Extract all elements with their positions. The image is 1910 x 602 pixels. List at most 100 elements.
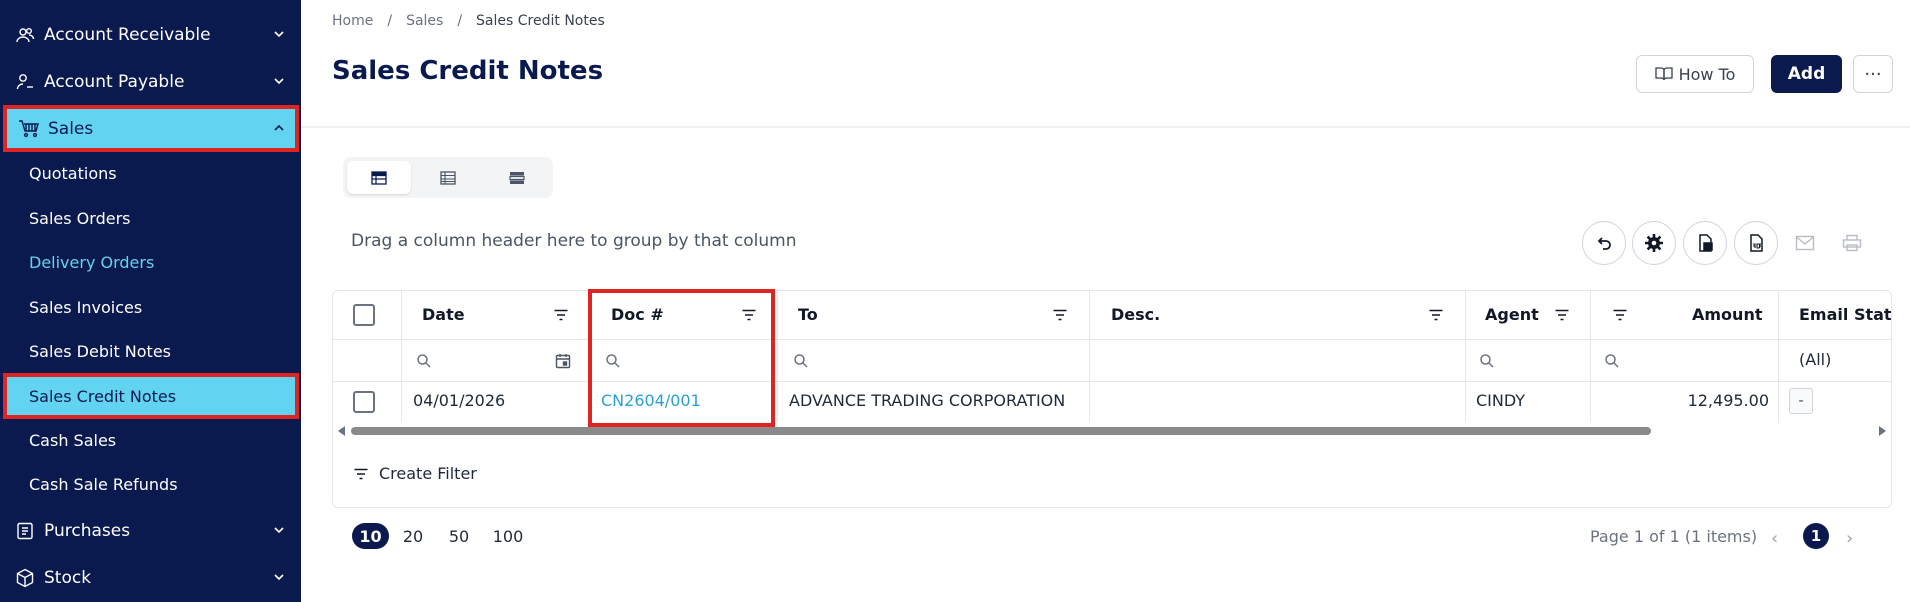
nav-sub-sales-invoices[interactable]: Sales Invoices [0, 286, 301, 328]
cell-doc-link[interactable]: CN2604/001 [601, 391, 701, 410]
filter-icon[interactable] [553, 307, 569, 323]
horizontal-scrollbar[interactable] [333, 422, 1891, 438]
table-view-icon [371, 170, 387, 185]
scroll-left-arrow-icon[interactable] [338, 426, 346, 436]
column-header-email-status[interactable]: Email Statu [1799, 305, 1891, 324]
how-to-button[interactable]: How To [1636, 55, 1754, 93]
print-button[interactable] [1830, 221, 1874, 265]
nav-sub-sales-orders[interactable]: Sales Orders [0, 197, 301, 239]
column-header-date[interactable]: Date [422, 305, 465, 324]
search-icon[interactable] [416, 353, 432, 369]
card-view-icon [509, 171, 525, 184]
chevron-down-icon [274, 574, 284, 581]
filter-icon[interactable] [741, 307, 757, 323]
select-all-checkbox[interactable] [353, 304, 375, 326]
cell-date: 04/01/2026 [413, 391, 506, 410]
column-header-agent[interactable]: Agent [1485, 305, 1539, 324]
filter-icon[interactable] [1428, 307, 1444, 323]
email-status-badge[interactable]: - [1789, 388, 1813, 414]
printer-icon [1842, 234, 1862, 252]
row-checkbox[interactable] [353, 391, 375, 413]
view-grid-button[interactable] [347, 161, 411, 194]
view-list-button[interactable] [416, 161, 480, 194]
nav-account-payable-label: Account Payable [44, 72, 185, 92]
filter-icon[interactable] [1052, 307, 1068, 323]
sidebar: Account Receivable Account Payable Sales… [0, 0, 301, 602]
view-switcher [343, 157, 553, 198]
filter-icon [354, 468, 368, 479]
nav-sales-label: Sales [48, 119, 94, 139]
scrollbar-thumb[interactable] [351, 427, 1651, 435]
nav-purchases-label: Purchases [44, 521, 131, 541]
nav-sub-quotations[interactable]: Quotations [0, 152, 301, 194]
column-header-doc[interactable]: Doc # [611, 305, 664, 324]
book-open-icon [1654, 67, 1673, 81]
pdf-file-icon [1750, 234, 1763, 252]
cell-agent: CINDY [1476, 391, 1526, 410]
nav-purchases[interactable]: Purchases [0, 509, 301, 553]
users-icon [14, 24, 36, 46]
nav-account-receivable-label: Account Receivable [44, 25, 211, 45]
data-grid: Date Doc # To Desc. Agent Amount Email S… [332, 290, 1892, 508]
create-filter-button[interactable]: Create Filter [353, 464, 477, 483]
export-excel-button[interactable] [1683, 221, 1727, 265]
column-header-desc[interactable]: Desc. [1111, 305, 1160, 324]
nav-sales[interactable]: Sales [4, 107, 297, 151]
breadcrumb-current: Sales Credit Notes [476, 13, 605, 29]
breadcrumb-separator: / [457, 13, 463, 29]
undo-icon [1597, 237, 1611, 250]
search-icon[interactable] [793, 353, 809, 369]
breadcrumb: Home / Sales / Sales Credit Notes [332, 13, 605, 29]
more-options-button[interactable]: ··· [1853, 55, 1893, 93]
breadcrumb-sales[interactable]: Sales [406, 13, 443, 29]
breadcrumb-separator: / [387, 13, 393, 29]
cell-to: ADVANCE TRADING CORPORATION [789, 391, 1066, 410]
scroll-right-arrow-icon[interactable] [1878, 426, 1886, 436]
email-status-filter[interactable]: (All) [1799, 350, 1831, 369]
page-title: Sales Credit Notes [332, 56, 604, 86]
pager-info: Page 1 of 1 (1 items) [1590, 527, 1758, 546]
nav-account-receivable[interactable]: Account Receivable [0, 13, 301, 57]
add-button[interactable]: Add [1771, 55, 1842, 93]
page-size-20[interactable]: 20 [400, 523, 426, 549]
undo-button[interactable] [1582, 221, 1626, 265]
cell-amount: 12,495.00 [1687, 391, 1769, 410]
email-button[interactable] [1783, 221, 1827, 265]
filter-icon[interactable] [1554, 307, 1570, 323]
nav-stock[interactable]: Stock [0, 556, 301, 600]
previous-page-button[interactable]: ‹ [1771, 528, 1778, 549]
page-size-10[interactable]: 10 [352, 523, 389, 549]
column-header-to[interactable]: To [798, 305, 818, 324]
next-page-button[interactable]: › [1846, 528, 1853, 549]
column-divider [1465, 291, 1466, 422]
page-size-50[interactable]: 50 [445, 523, 473, 549]
shopping-cart-icon [18, 118, 40, 140]
export-pdf-button[interactable] [1734, 221, 1778, 265]
nav-sub-sales-credit-notes[interactable]: Sales Credit Notes [4, 375, 297, 417]
nav-stock-label: Stock [44, 568, 92, 588]
column-header-amount[interactable]: Amount [1692, 305, 1762, 324]
search-icon[interactable] [605, 353, 621, 369]
column-divider [1089, 291, 1090, 422]
nav-sub-cash-sales[interactable]: Cash Sales [0, 419, 301, 461]
page-size-100[interactable]: 100 [491, 523, 525, 549]
settings-button[interactable] [1632, 221, 1676, 265]
filter-icon[interactable] [1612, 307, 1628, 323]
nav-sub-sales-debit-notes[interactable]: Sales Debit Notes [0, 330, 301, 372]
create-filter-label: Create Filter [379, 464, 477, 483]
nav-sub-delivery-orders[interactable]: Delivery Orders [0, 241, 301, 283]
chevron-down-icon [274, 78, 284, 85]
column-divider [1778, 291, 1779, 422]
nav-account-payable[interactable]: Account Payable [0, 60, 301, 104]
search-icon[interactable] [1604, 353, 1620, 369]
view-card-button[interactable] [485, 161, 549, 194]
calendar-icon[interactable] [555, 353, 571, 369]
nav-sub-cash-sale-refunds[interactable]: Cash Sale Refunds [0, 463, 301, 505]
page-number-current[interactable]: 1 [1803, 523, 1829, 549]
gear-icon [1645, 234, 1663, 252]
header-divider [301, 126, 1910, 128]
envelope-icon [1795, 235, 1815, 251]
search-icon[interactable] [1479, 353, 1495, 369]
column-divider [589, 291, 590, 422]
breadcrumb-home[interactable]: Home [332, 13, 373, 29]
